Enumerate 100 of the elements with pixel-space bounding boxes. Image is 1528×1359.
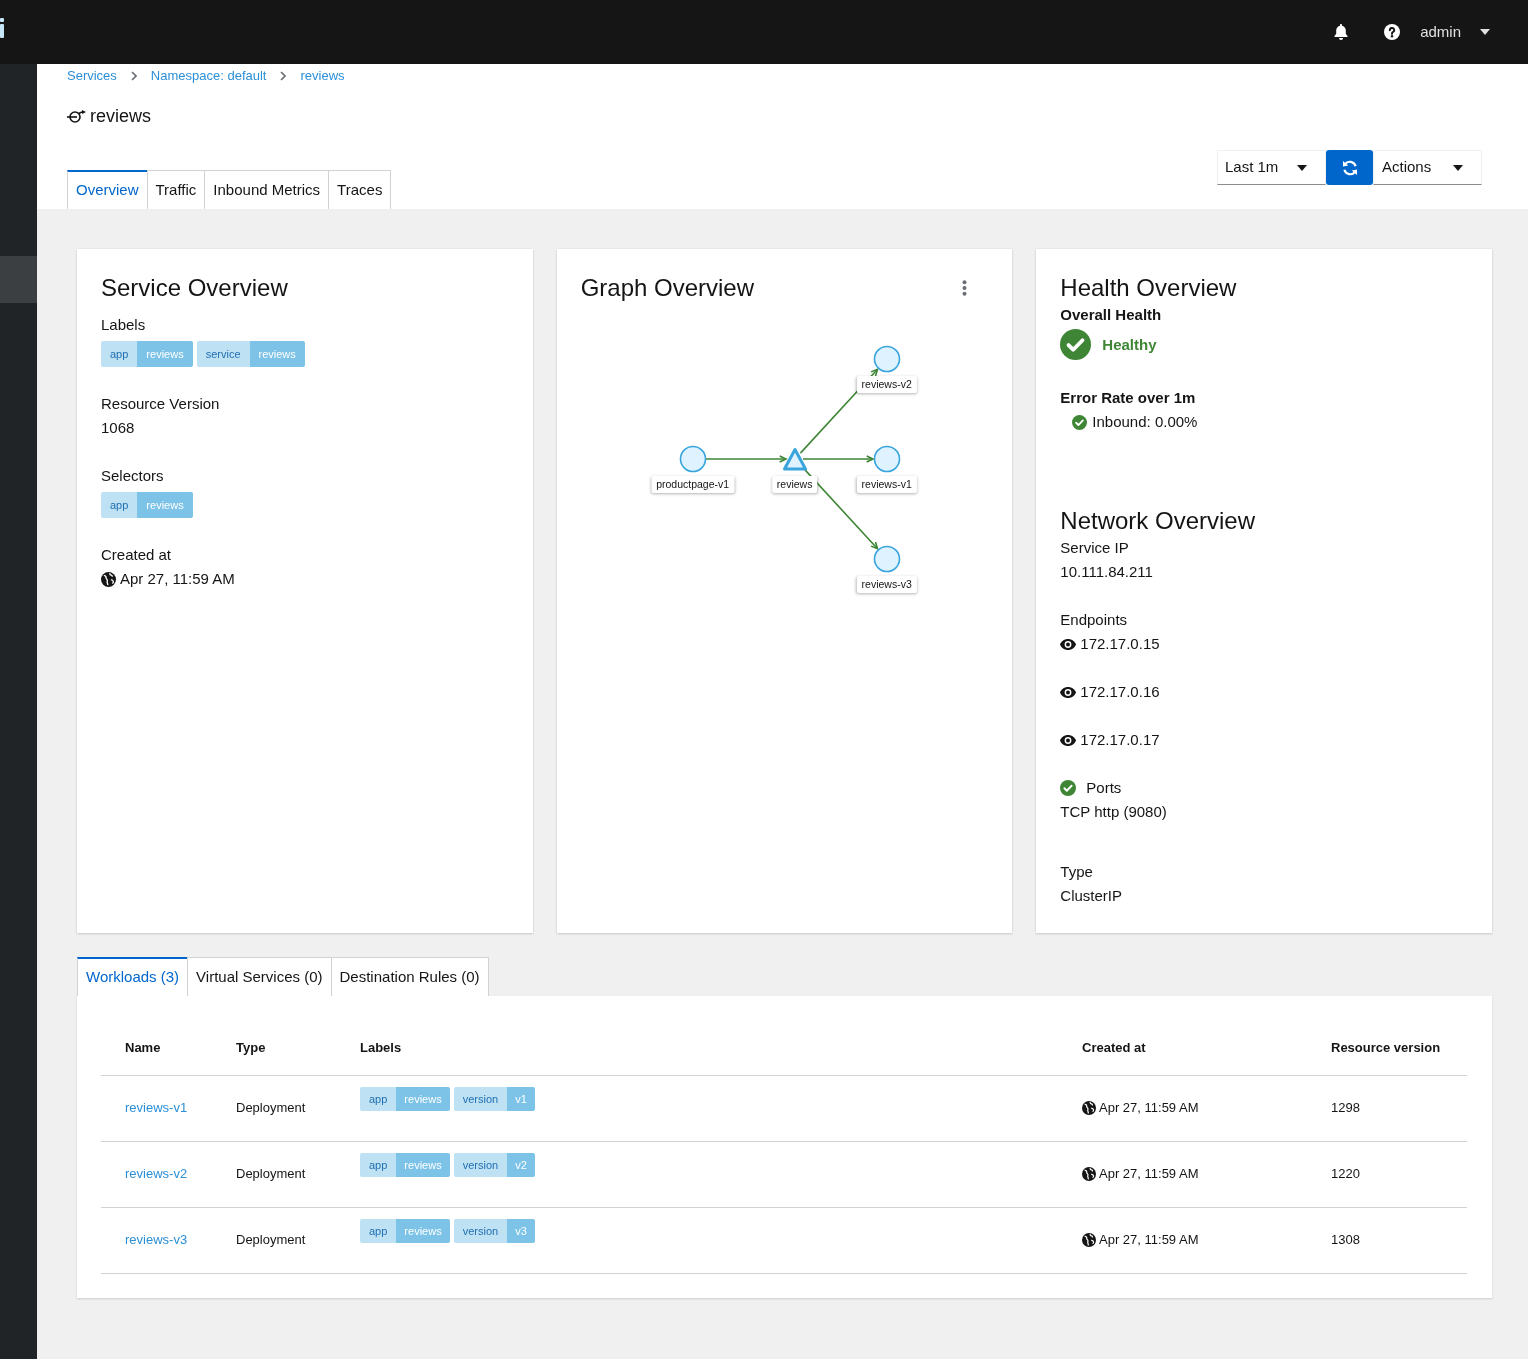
- table-cell: Deployment: [236, 1232, 306, 1248]
- workload-node[interactable]: [679, 445, 706, 473]
- label-key: app: [360, 1152, 397, 1177]
- node-label: productpage-v1: [651, 476, 735, 493]
- refresh-icon: [1341, 159, 1358, 176]
- label-value: v1: [507, 1086, 535, 1111]
- workload-link[interactable]: reviews-v3: [125, 1232, 188, 1248]
- tab[interactable]: Virtual Services (0): [187, 957, 332, 996]
- workload-link[interactable]: reviews-v2: [125, 1166, 188, 1182]
- service-node[interactable]: [782, 448, 807, 471]
- table-cell: 1308: [1331, 1232, 1360, 1248]
- bell-icon[interactable]: [1334, 24, 1349, 40]
- card-title: Health Overview: [1060, 273, 1238, 303]
- tab[interactable]: Destination Rules (0): [330, 957, 489, 996]
- page-title: reviews: [90, 105, 151, 128]
- label-key: service: [196, 341, 250, 367]
- section-heading: Error Rate over 1m: [1060, 388, 1197, 408]
- created-date: Apr 27, 11:59 AM: [1099, 1231, 1199, 1250]
- section-heading: Service IP: [1060, 538, 1130, 558]
- label-value: v3: [507, 1218, 535, 1243]
- globe-icon: [101, 571, 116, 587]
- label-value: reviews: [137, 341, 193, 367]
- refresh-button[interactable]: [1326, 150, 1373, 185]
- label-key: app: [360, 1218, 397, 1243]
- caret-icon: [1453, 164, 1463, 171]
- health-status: Healthy: [1102, 334, 1157, 355]
- caret-icon: [1297, 164, 1307, 171]
- breadcrumb-link[interactable]: Services: [67, 66, 117, 86]
- label-key: app: [360, 1086, 397, 1111]
- label-key: app: [101, 341, 138, 367]
- actions-dropdown[interactable]: Actions: [1373, 150, 1482, 185]
- globe-icon: [1082, 1101, 1096, 1115]
- label-key: app: [101, 492, 138, 518]
- label-value: reviews: [396, 1218, 450, 1243]
- table-cell: Deployment: [236, 1100, 306, 1116]
- created-date: Apr 27, 11:59 AM: [1099, 1165, 1199, 1184]
- label-value: v2: [507, 1152, 535, 1177]
- breadcrumb-link[interactable]: reviews: [300, 66, 345, 86]
- column-header: Type: [236, 1040, 266, 1056]
- endpoint-address: 172.17.0.16: [1080, 682, 1160, 702]
- column-header: Created at: [1082, 1040, 1146, 1056]
- section-heading: Labels: [101, 315, 147, 335]
- label-key: version: [453, 1218, 508, 1243]
- node-label: reviews-v2: [856, 376, 917, 393]
- created-date: Apr 27, 11:59 AM: [120, 569, 235, 589]
- duration-dropdown[interactable]: Last 1m: [1217, 150, 1326, 185]
- section-heading: Selectors: [101, 466, 165, 486]
- tab[interactable]: Traces: [328, 170, 392, 209]
- created-date: Apr 27, 11:59 AM: [1099, 1099, 1199, 1118]
- endpoint-address: 172.17.0.15: [1080, 634, 1160, 654]
- kebab-menu-icon[interactable]: [962, 280, 968, 296]
- node-label: reviews-v3: [856, 576, 917, 593]
- label-value: reviews: [249, 341, 305, 367]
- column-header: Resource version: [1331, 1040, 1441, 1056]
- workload-node[interactable]: [873, 345, 900, 373]
- section-heading: Overall Health: [1060, 305, 1163, 325]
- label-key: version: [453, 1086, 508, 1111]
- card-title: Graph Overview: [580, 273, 755, 303]
- node-label: reviews-v1: [856, 476, 917, 493]
- resource-version: 1068: [101, 418, 136, 438]
- node-label: reviews: [771, 476, 818, 493]
- chevron-right-icon: [130, 71, 137, 81]
- workload-node[interactable]: [873, 445, 900, 473]
- workload-link[interactable]: reviews-v1: [125, 1100, 188, 1116]
- caret-icon: [1480, 29, 1490, 35]
- eye-icon: [1060, 638, 1077, 650]
- breadcrumb-link[interactable]: Namespace: default: [150, 66, 267, 86]
- label-value: reviews: [137, 492, 193, 518]
- section-heading: Ports: [1086, 778, 1122, 798]
- globe-icon: [1082, 1167, 1096, 1181]
- card-title: Network Overview: [1060, 506, 1257, 536]
- tab[interactable]: Overview: [67, 170, 148, 209]
- card-title: Service Overview: [101, 273, 289, 303]
- section-heading: Endpoints: [1060, 610, 1129, 630]
- table-cell: 1298: [1331, 1100, 1360, 1116]
- port: TCP http (9080): [1060, 802, 1168, 822]
- user-menu[interactable]: admin: [1420, 20, 1490, 44]
- eye-icon: [1060, 686, 1077, 698]
- service-type: ClusterIP: [1060, 886, 1123, 906]
- endpoint-address: 172.17.0.17: [1080, 730, 1160, 750]
- help-icon[interactable]: [1384, 24, 1401, 40]
- service-icon: [67, 109, 86, 123]
- table-cell: 1220: [1331, 1166, 1360, 1182]
- label-key: version: [453, 1152, 508, 1177]
- globe-icon: [1082, 1233, 1096, 1247]
- column-header: Name: [125, 1040, 161, 1056]
- workload-node[interactable]: [873, 545, 900, 573]
- section-heading: Resource Version: [101, 394, 221, 414]
- chevron-right-icon: [280, 71, 287, 81]
- label-value: reviews: [396, 1152, 450, 1177]
- column-header: Labels: [360, 1040, 402, 1056]
- service-ip: 10.111.84.211: [1060, 562, 1154, 582]
- logo-icon: [0, 18, 4, 38]
- section-heading: Type: [1060, 862, 1094, 882]
- tab[interactable]: Workloads (3): [77, 957, 189, 996]
- table-cell: Deployment: [236, 1166, 306, 1182]
- eye-icon: [1060, 734, 1077, 746]
- section-heading: Created at: [101, 545, 173, 565]
- label-value: reviews: [396, 1086, 450, 1111]
- error-rate: Inbound: 0.00%: [1092, 412, 1198, 432]
